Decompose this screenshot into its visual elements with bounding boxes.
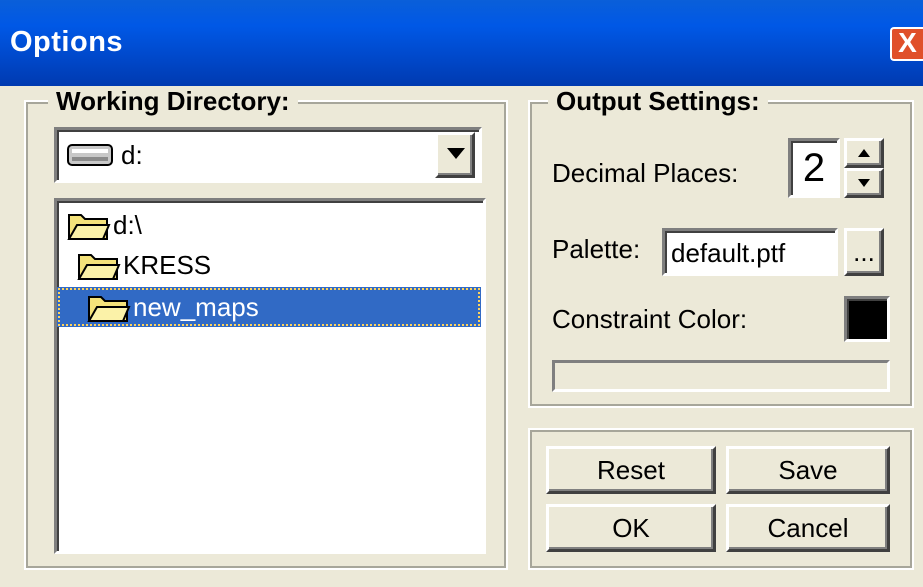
tree-item-kress[interactable]: KRESS <box>77 245 211 285</box>
palette-value: default.ptf <box>671 238 786 268</box>
chevron-down-icon <box>447 148 465 159</box>
drive-combobox[interactable]: d: <box>54 127 482 183</box>
open-folder-icon <box>67 214 111 240</box>
tree-item-new-maps[interactable]: new_maps <box>57 287 481 327</box>
open-folder-icon <box>77 254 121 280</box>
save-button[interactable]: Save <box>726 446 890 494</box>
palette-field[interactable]: default.ptf <box>662 228 838 276</box>
close-button[interactable]: X <box>890 27 923 61</box>
title-bar[interactable]: Options X <box>0 0 923 86</box>
spin-down-button[interactable] <box>844 168 884 198</box>
ok-button[interactable]: OK <box>546 504 716 552</box>
chevron-down-icon <box>858 179 870 187</box>
browse-palette-button[interactable]: ... <box>844 228 884 276</box>
drive-dropdown-button[interactable] <box>435 132 475 178</box>
constraint-color-label: Constraint Color: <box>552 304 748 334</box>
decimal-places-field[interactable]: 2 <box>788 138 840 198</box>
drive-icon <box>67 144 113 166</box>
output-settings-legend: Output Settings: <box>548 86 768 117</box>
constraint-color-swatch[interactable] <box>844 296 890 342</box>
options-dialog: Options X Working Directory: d: d:\ KRES… <box>0 0 923 587</box>
tree-item-root[interactable]: d:\ <box>67 205 142 245</box>
directory-tree[interactable]: d:\ KRESS new_maps <box>54 198 486 554</box>
cancel-button[interactable]: Cancel <box>726 504 890 552</box>
status-bar <box>552 360 890 392</box>
working-directory-legend: Working Directory: <box>48 86 298 117</box>
tree-item-label: KRESS <box>123 249 212 280</box>
chevron-up-icon <box>858 149 870 157</box>
tree-item-label: d:\ <box>113 209 142 240</box>
decimal-places-label: Decimal Places: <box>552 158 739 188</box>
open-folder-icon <box>87 296 131 322</box>
tree-item-label: new_maps <box>133 291 259 322</box>
spin-up-button[interactable] <box>844 138 884 168</box>
palette-label: Palette: <box>552 234 641 264</box>
dialog-client: Working Directory: d: d:\ KRESS new_maps… <box>0 86 923 587</box>
drive-value: d: <box>121 140 143 170</box>
reset-button[interactable]: Reset <box>546 446 716 494</box>
window-title: Options <box>10 26 124 58</box>
